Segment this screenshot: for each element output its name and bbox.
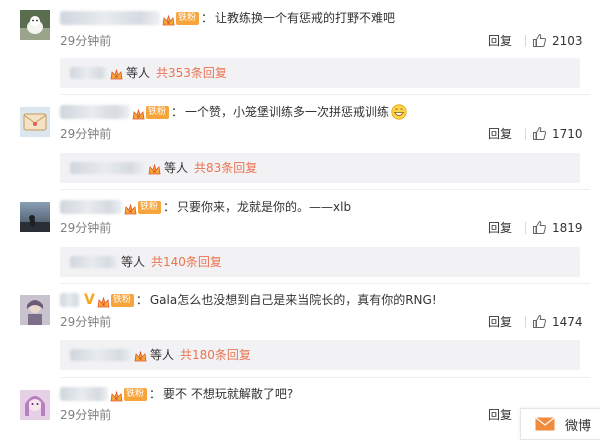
blurred-username[interactable] xyxy=(70,256,118,268)
replies-suffix: 等人 xyxy=(126,66,151,80)
fan-crown-icon xyxy=(110,389,123,402)
comment-text: 只要你来，龙就是你的。——xlb xyxy=(177,200,352,214)
fan-crown-icon xyxy=(124,202,137,215)
comment-meta: 29分钟前 回复 2103 xyxy=(60,32,590,50)
fan-badge: 铁粉 xyxy=(110,293,134,307)
fan-badge: 铁粉 xyxy=(176,11,200,25)
blurred-username[interactable] xyxy=(70,162,146,174)
view-replies-link[interactable]: 共353条回复 xyxy=(156,64,227,82)
fan-crown-icon xyxy=(162,13,175,26)
comment-meta: 29分钟前 回复 1474 xyxy=(60,313,590,331)
fan-crown-icon xyxy=(134,350,147,362)
replies-suffix: 等人 xyxy=(164,161,189,175)
comment-time: 29分钟前 xyxy=(60,127,112,141)
blurred-username[interactable] xyxy=(60,105,130,119)
verified-v-icon: V xyxy=(84,292,95,308)
view-replies-link[interactable]: 共140条回复 xyxy=(151,253,222,271)
replies-suffix: 等人 xyxy=(121,255,146,269)
divider xyxy=(60,377,590,378)
fan-crown-icon xyxy=(132,107,145,120)
divider xyxy=(525,316,526,328)
divider xyxy=(60,94,590,95)
comment-meta: 29分钟前 回复 1819 xyxy=(60,219,590,237)
avatar[interactable] xyxy=(20,10,50,40)
grin-emoji-icon xyxy=(391,104,407,120)
like-count: 2103 xyxy=(552,34,583,48)
comment-time: 29分钟前 xyxy=(60,34,112,48)
avatar[interactable] xyxy=(20,390,50,420)
replies-summary[interactable]: 等人 共180条回复 xyxy=(60,340,580,370)
replies-summary[interactable]: 等人 共353条回复 xyxy=(60,58,580,88)
thumbs-up-icon[interactable] xyxy=(532,33,547,48)
comment-text: Gala怎么也没想到自己是来当院长的，真有你的RNG! xyxy=(149,293,437,307)
comment-meta: 29分钟前 回复 1710 xyxy=(60,125,590,143)
fan-badge: 铁粉 xyxy=(138,200,162,214)
replies-suffix: 等人 xyxy=(150,348,175,362)
avatar[interactable] xyxy=(20,202,50,232)
replies-summary[interactable]: 等人 共83条回复 xyxy=(60,153,580,183)
comment-text: 让教练换一个有惩戒的打野不难吧 xyxy=(215,11,396,25)
view-replies-link[interactable]: 共83条回复 xyxy=(194,159,257,177)
blurred-username[interactable] xyxy=(60,11,160,25)
reply-button[interactable]: 回复 xyxy=(488,313,512,331)
comment-text: 要不 不想玩就解散了吧? xyxy=(163,387,294,401)
blurred-username[interactable] xyxy=(60,293,80,307)
like-count: 1819 xyxy=(552,221,583,235)
fan-badge: 铁粉 xyxy=(124,387,148,401)
comment-time: 29分钟前 xyxy=(60,221,112,235)
fan-crown-icon xyxy=(148,163,161,175)
like-count: 1474 xyxy=(552,315,583,329)
thumbs-up-icon[interactable] xyxy=(532,220,547,235)
comment-time: 29分钟前 xyxy=(60,315,112,329)
divider xyxy=(525,128,526,140)
divider xyxy=(525,222,526,234)
fan-crown-icon xyxy=(97,295,110,308)
divider xyxy=(60,283,590,284)
blurred-username[interactable] xyxy=(60,200,122,214)
thumbs-up-icon[interactable] xyxy=(532,126,547,141)
reply-button[interactable]: 回复 xyxy=(488,32,512,50)
float-label: 微博 xyxy=(565,418,592,434)
like-count: 1710 xyxy=(552,127,583,141)
comment-meta: 29分钟前 回复 xyxy=(60,406,590,424)
avatar[interactable] xyxy=(20,295,50,325)
reply-button[interactable]: 回复 xyxy=(488,406,512,424)
fan-badge: 铁粉 xyxy=(146,105,170,119)
reply-button[interactable]: 回复 xyxy=(488,125,512,143)
divider xyxy=(60,189,590,190)
blurred-username[interactable] xyxy=(70,349,132,361)
mail-icon xyxy=(535,417,555,431)
avatar[interactable] xyxy=(20,107,50,137)
thumbs-up-icon[interactable] xyxy=(532,314,547,329)
replies-summary[interactable]: 等人 共140条回复 xyxy=(60,247,580,277)
divider xyxy=(525,35,526,47)
comment-text: 一个赞，小笼堡训练多一次拼惩戒训练 xyxy=(185,105,390,119)
reply-button[interactable]: 回复 xyxy=(488,219,512,237)
fan-crown-icon xyxy=(110,68,123,80)
comment-time: 29分钟前 xyxy=(60,408,112,422)
view-replies-link[interactable]: 共180条回复 xyxy=(180,346,251,364)
blurred-username[interactable] xyxy=(60,387,108,401)
floating-weibo-box[interactable]: 微博 xyxy=(520,408,600,440)
blurred-username[interactable] xyxy=(70,67,108,79)
